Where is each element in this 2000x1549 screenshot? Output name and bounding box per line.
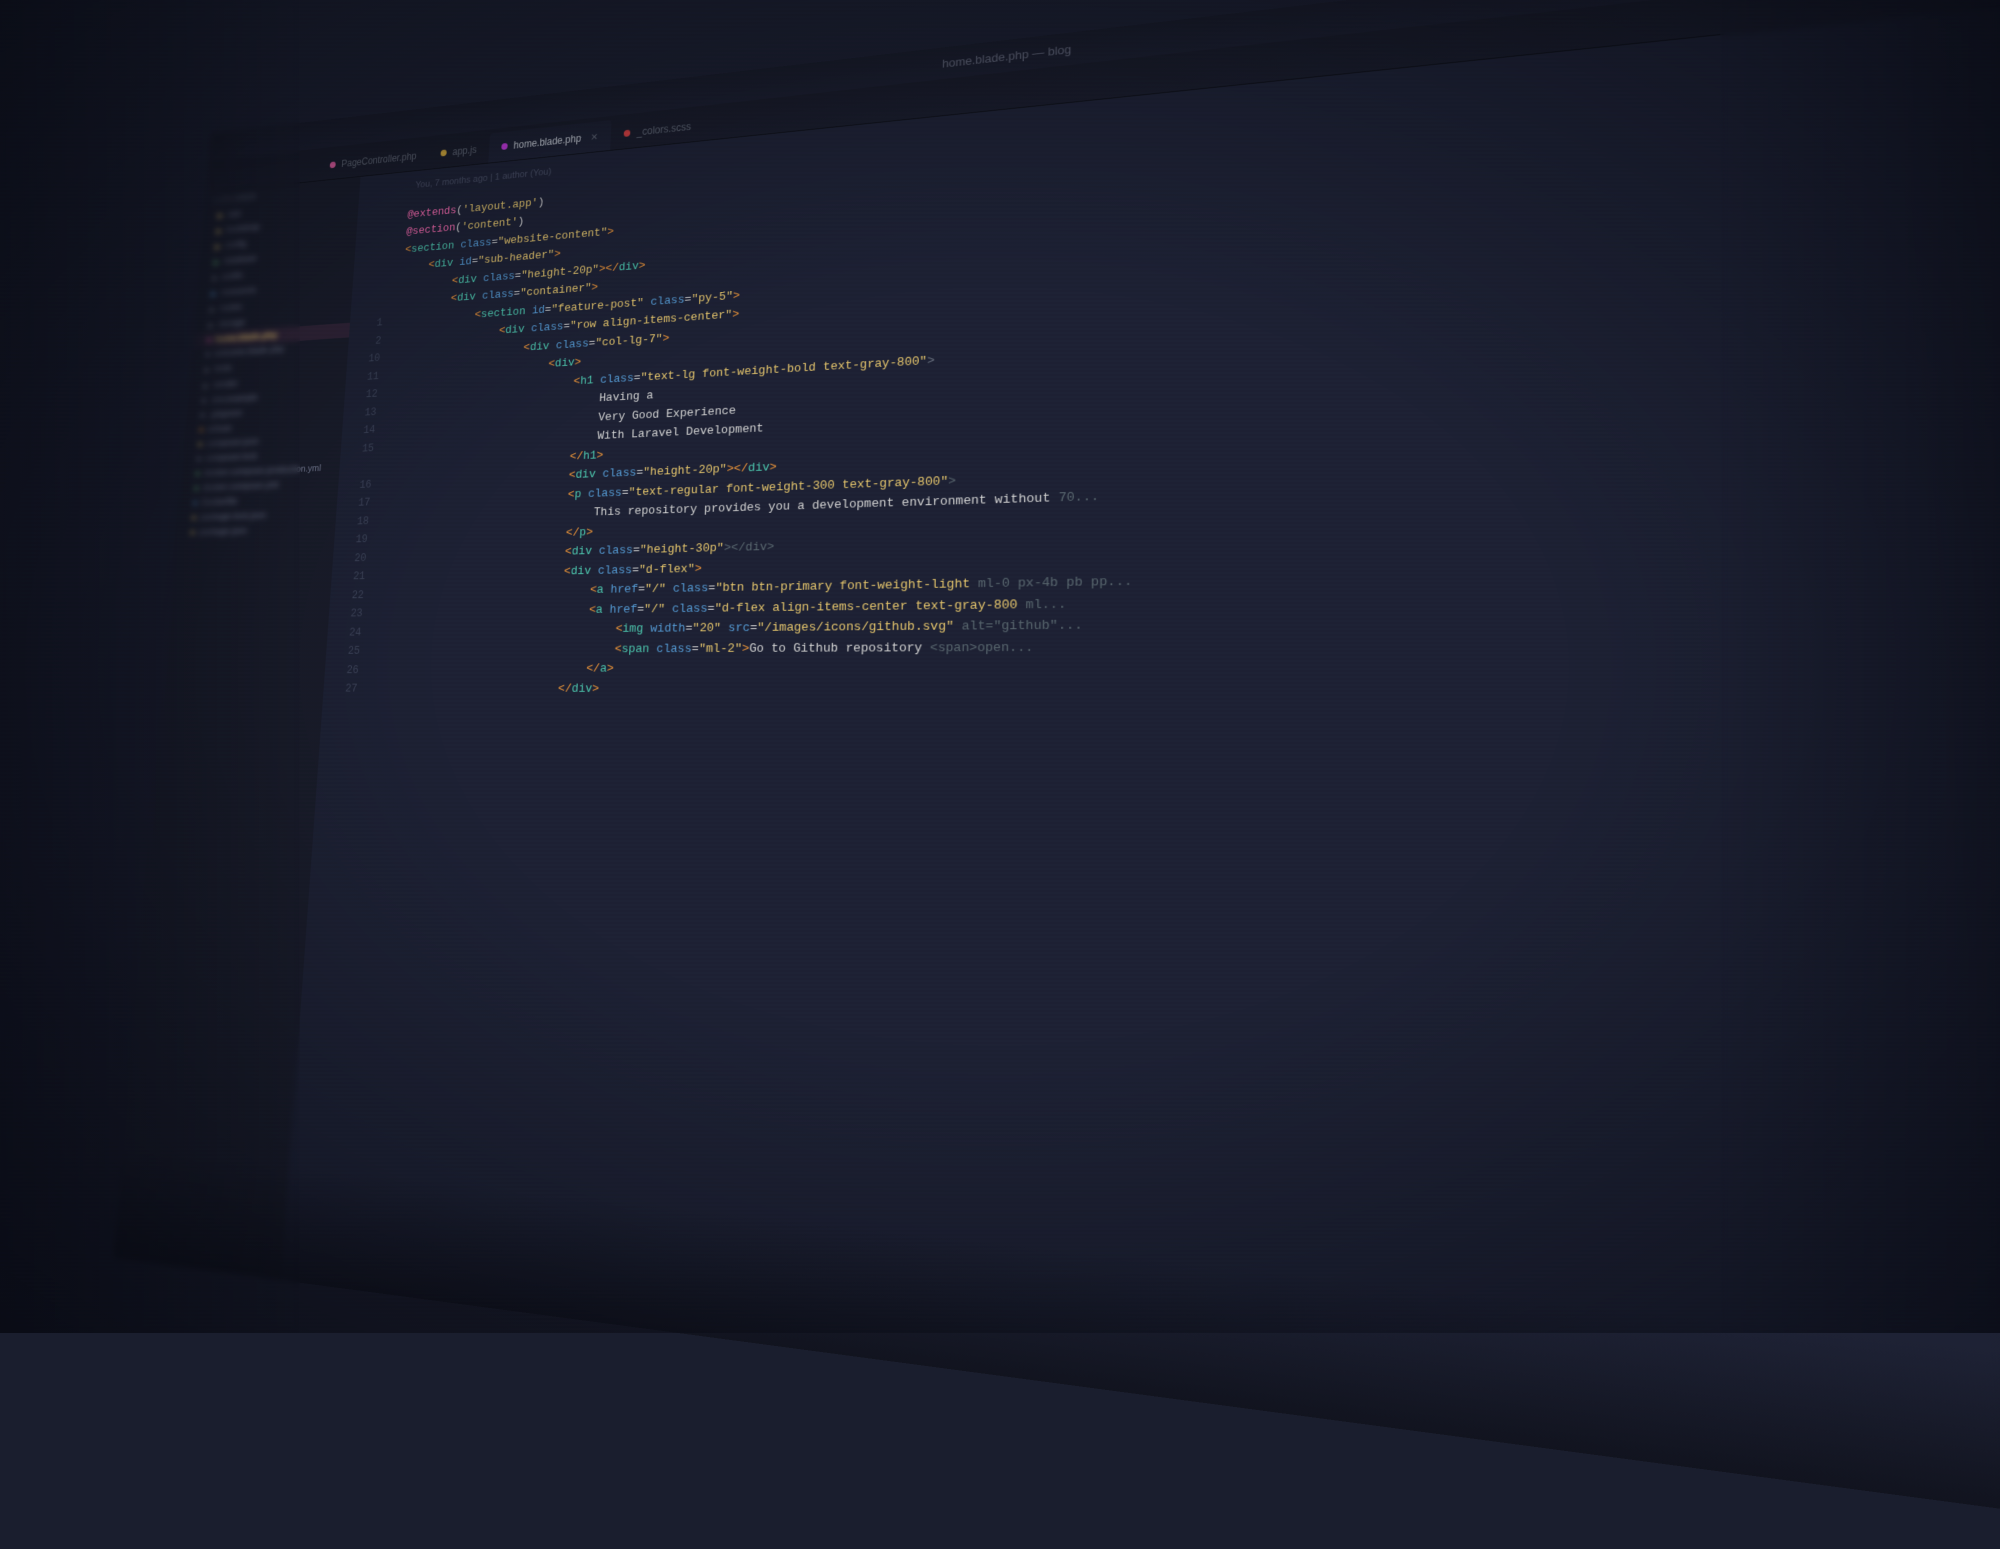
tab-dot-yellow (440, 149, 446, 156)
file-dot-orange (199, 427, 204, 432)
code-area: 1 2 10 11 12 13 14 15 16 17 18 19 20 21 … (281, 30, 2000, 1549)
tab-colors-label: _colors.scss (637, 120, 692, 138)
tab-pagecontroller-label: PageController.php (341, 150, 417, 169)
tab-dot-pink (330, 161, 336, 168)
editor-main: You, 7 months ago | 1 author (You) 1 2 1… (281, 0, 2000, 1549)
file-dot-pink (207, 338, 212, 343)
file-dot-yellow-3 (190, 530, 195, 535)
file-dot-gray-4 (196, 456, 201, 461)
code-line: </div> (375, 679, 2000, 710)
file-dot-green-1 (195, 471, 200, 476)
editor-container: home.blade.php — blog PageController.php… (113, 0, 2000, 1549)
file-dot-blue (193, 501, 198, 506)
tab-appjs-label: app.js (452, 144, 477, 158)
screen: home.blade.php — blog PageController.php… (0, 0, 2000, 1333)
tab-homeblade-label: home.blade.php (513, 132, 581, 151)
file-dot-gray-2 (201, 398, 206, 403)
sidebar-section: EXPLORER ▶ app ▶ bootstrap ▶ config ▶ da… (175, 177, 360, 544)
file-dot-yellow (198, 442, 203, 447)
code-lines: @extends('layout.app') @section('content… (329, 30, 2000, 1549)
file-dot-green-2 (194, 486, 199, 491)
tab-appjs[interactable]: app.js (427, 133, 489, 169)
tab-dot-magenta (501, 143, 508, 150)
file-dot-yellow-2 (191, 515, 196, 520)
tab-dot-red (624, 130, 631, 137)
file-dot-gray-1 (205, 352, 210, 357)
file-dot-gray-3 (200, 413, 205, 418)
window-title: home.blade.php — blog (942, 42, 1071, 70)
tab-close-icon[interactable]: ✕ (590, 131, 598, 143)
